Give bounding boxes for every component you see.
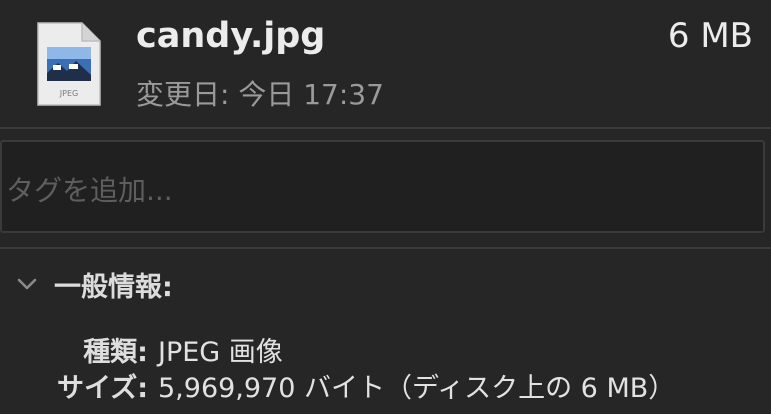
info-row-size: サイズ: 5,969,970 バイト（ディスク上の 6 MB） xyxy=(0,366,771,406)
file-header: JPEG candy.jpg 6 MB 変更日: 今日 17:37 xyxy=(0,0,771,128)
file-name: candy.jpg xyxy=(136,16,326,56)
modified-date: 変更日: 今日 17:37 xyxy=(136,78,384,111)
header-divider xyxy=(0,127,771,129)
chevron-down-icon xyxy=(17,278,37,290)
file-size: 6 MB xyxy=(667,16,753,56)
general-info-toggle[interactable]: 一般情報: xyxy=(14,264,173,304)
kind-label: 種類: xyxy=(83,337,148,368)
file-icon-badge: JPEG xyxy=(59,89,78,98)
tags-divider xyxy=(0,247,771,249)
size-label: サイズ: xyxy=(57,373,148,404)
tags-input[interactable] xyxy=(0,140,765,233)
general-info-title: 一般情報: xyxy=(54,271,173,303)
jpeg-file-icon: JPEG xyxy=(36,21,102,107)
size-value: 5,969,970 バイト（ディスク上の 6 MB） xyxy=(158,373,676,404)
kind-value: JPEG 画像 xyxy=(158,337,283,368)
info-row-kind: 種類: JPEG 画像 xyxy=(0,330,771,370)
